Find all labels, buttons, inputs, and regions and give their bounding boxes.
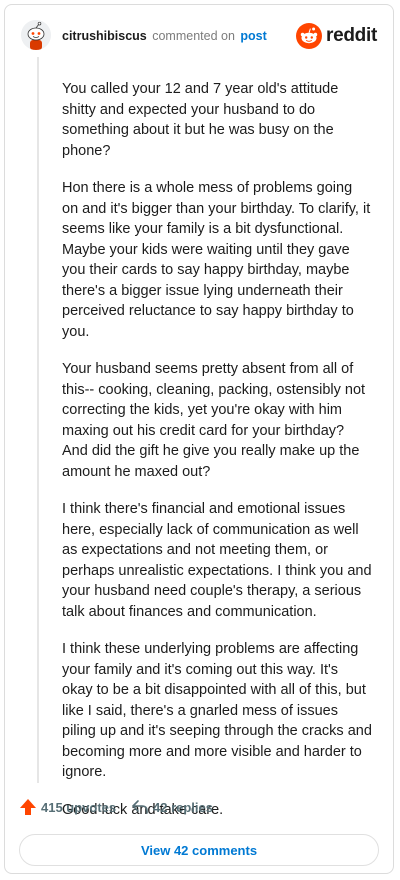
post-link[interactable]: post	[240, 29, 266, 43]
comment-body: You called your 12 and 7 year old's atti…	[62, 79, 372, 837]
comment-paragraph: I think these underlying problems are af…	[62, 641, 372, 780]
replies-button[interactable]: 42 replies	[131, 798, 213, 816]
view-comments-button[interactable]: View 42 comments	[19, 834, 379, 866]
comment-paragraph: Hon there is a whole mess of problems go…	[62, 180, 371, 340]
comment-action-text: commented on	[152, 29, 235, 43]
reddit-wordmark: reddit	[326, 25, 377, 46]
comment-paragraph: I think there's financial and emotional …	[62, 501, 372, 620]
comment-footer: 415 upvotes 42 replies	[19, 798, 379, 822]
reply-count: 42 replies	[153, 799, 213, 815]
comment-paragraph: Your husband seems pretty absent from al…	[62, 361, 366, 480]
comment-header: citrushibiscus commented on post reddit	[21, 20, 379, 54]
username-link[interactable]: citrushibiscus	[62, 29, 147, 43]
upvote-count: 415 upvotes	[41, 799, 117, 815]
upvote-arrow-icon	[20, 799, 36, 815]
snoo-avatar-icon	[21, 20, 51, 50]
upvote-button[interactable]: 415 upvotes	[19, 798, 116, 816]
comment-meta: citrushibiscus commented on post	[62, 29, 267, 43]
comment-paragraph: You called your 12 and 7 year old's atti…	[62, 81, 339, 159]
reply-arrow-icon	[132, 800, 148, 814]
reddit-alien-icon	[296, 23, 323, 49]
reddit-logo[interactable]: reddit	[296, 23, 377, 49]
user-avatar[interactable]	[21, 20, 51, 50]
comment-card: citrushibiscus commented on post reddit …	[4, 4, 394, 874]
thread-line[interactable]	[37, 57, 39, 783]
